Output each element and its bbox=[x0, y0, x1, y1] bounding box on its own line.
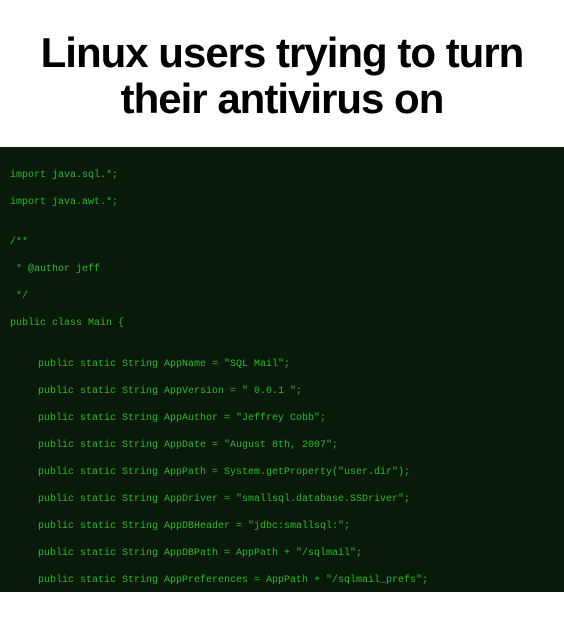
code-line: * @author jeff bbox=[10, 263, 554, 277]
code-line: public static String AppDBHeader = "jdbc… bbox=[10, 520, 554, 534]
code-line: public static String AppDriver = "smalls… bbox=[10, 493, 554, 507]
terminal-code-block: import java.sql.*; import java.awt.*; /*… bbox=[0, 147, 564, 592]
code-line: public static String AppPath = System.ge… bbox=[10, 466, 554, 480]
code-line: public static String AppDate = "August 8… bbox=[10, 439, 554, 453]
code-line: public static String AppPreferences = Ap… bbox=[10, 574, 554, 588]
code-line: import java.sql.*; bbox=[10, 169, 554, 183]
code-line: import java.awt.*; bbox=[10, 196, 554, 210]
code-line: public static String AppDBPath = AppPath… bbox=[10, 547, 554, 561]
code-line: /** bbox=[10, 236, 554, 250]
code-line: public static String AppAuthor = "Jeffre… bbox=[10, 412, 554, 426]
code-line: public static String AppName = "SQL Mail… bbox=[10, 358, 554, 372]
code-line: public static String AppVersion = " 0.0.… bbox=[10, 385, 554, 399]
code-line: public class Main { bbox=[10, 317, 554, 331]
code-line: */ bbox=[10, 290, 554, 304]
meme-caption: Linux users trying to turn their antivir… bbox=[0, 0, 564, 147]
